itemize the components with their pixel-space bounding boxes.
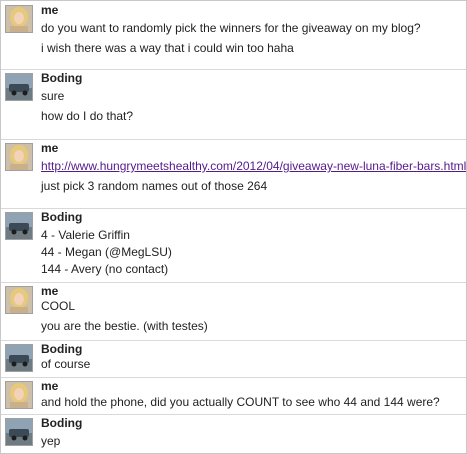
message-text: sure: [41, 89, 65, 103]
car-photo-avatar: [5, 344, 33, 372]
sender-name: me: [41, 284, 59, 298]
message-text: 144 - Avery (no contact): [41, 262, 169, 276]
car-photo-avatar: [5, 212, 33, 240]
message-text: 4 - Valerie Griffin: [41, 228, 130, 242]
sender-name: Boding: [41, 210, 83, 224]
chat-message: me http://www.hungrymeetshealthy.com/201…: [1, 139, 466, 209]
chat-message: me and hold the phone, did you actually …: [1, 377, 466, 415]
chat-message: me do you want to randomly pick the winn…: [1, 1, 466, 70]
chat-log: me do you want to randomly pick the winn…: [0, 0, 467, 454]
woman-portrait-avatar: [5, 143, 33, 171]
message-text: do you want to randomly pick the winners…: [41, 21, 421, 35]
chat-message: Boding sure how do I do that?: [1, 69, 466, 140]
message-text: how do I do that?: [41, 109, 134, 123]
chat-message: Boding of course: [1, 340, 466, 378]
message-text: yep: [41, 434, 61, 448]
message-text: just pick 3 random names out of those 26…: [41, 179, 268, 193]
car-photo-avatar: [5, 418, 33, 446]
woman-portrait-avatar: [5, 381, 33, 409]
message-text: you are the bestie. (with testes): [41, 319, 208, 333]
chat-message: me COOL you are the bestie. (with testes…: [1, 282, 466, 341]
message-text: i wish there was a way that i could win …: [41, 41, 294, 55]
car-photo-avatar: [5, 73, 33, 101]
message-text: of course: [41, 357, 91, 371]
sender-name: me: [41, 141, 59, 155]
sender-name: Boding: [41, 342, 83, 356]
message-text: and hold the phone, did you actually COU…: [41, 395, 440, 409]
sender-name: me: [41, 379, 59, 393]
chat-message: Boding 4 - Valerie Griffin 44 - Megan (@…: [1, 208, 466, 283]
woman-portrait-avatar: [5, 286, 33, 314]
woman-portrait-avatar: [5, 5, 33, 33]
sender-name: me: [41, 3, 59, 17]
giveaway-link[interactable]: http://www.hungrymeetshealthy.com/2012/0…: [41, 159, 466, 174]
chat-message: Boding yep: [1, 414, 466, 453]
message-text: COOL: [41, 299, 76, 313]
message-text: 44 - Megan (@MegLSU): [41, 245, 172, 259]
sender-name: Boding: [41, 71, 83, 85]
sender-name: Boding: [41, 416, 83, 430]
